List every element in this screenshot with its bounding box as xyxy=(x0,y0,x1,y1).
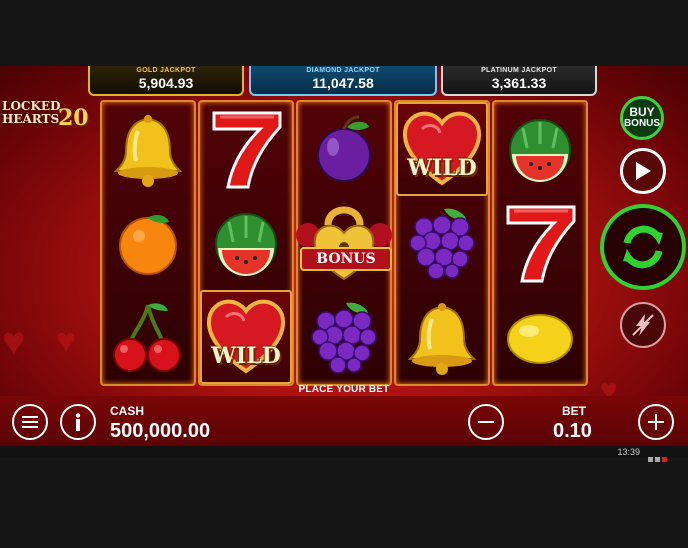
bell-symbol xyxy=(396,290,488,384)
bell-icon xyxy=(113,115,183,187)
game-area: ♥ ♥ ♥ ♥ ♥ GOLD JACKPOT 5,904.93 DIAMOND … xyxy=(0,66,688,446)
buy-bonus-button[interactable]: BUY BONUS xyxy=(620,96,664,140)
platinum-jackpot-value: 3,361.33 xyxy=(491,75,547,91)
spin-icon xyxy=(623,225,663,269)
diamond-jackpot: DIAMOND JACKPOT 11,047.58 xyxy=(249,66,437,96)
orange-symbol xyxy=(102,196,194,290)
seven-icon xyxy=(506,205,576,283)
bottom-bar: CASH 500,000.00 BET 0.10 xyxy=(0,396,688,446)
autoplay-button[interactable] xyxy=(620,148,666,194)
turbo-button[interactable] xyxy=(620,302,666,348)
cash-value: 500,000.00 xyxy=(110,420,211,442)
bet-value: 0.10 xyxy=(553,420,592,442)
lemon-symbol xyxy=(494,290,586,384)
bell-symbol xyxy=(102,102,194,196)
buy-bonus-line2: BONUS xyxy=(623,118,661,129)
gold-jackpot: GOLD JACKPOT 5,904.93 xyxy=(88,66,244,96)
seven-symbol xyxy=(200,102,292,196)
orange-icon xyxy=(119,215,177,275)
menu-button[interactable] xyxy=(12,404,48,440)
background-heart-icon: ♥ xyxy=(56,322,77,360)
increase-bet-button[interactable] xyxy=(638,404,674,440)
reels: WILD BONUS WILD xyxy=(100,100,588,386)
cherries-icon xyxy=(113,303,181,372)
lemon-icon xyxy=(507,314,573,364)
reel-3: BONUS xyxy=(296,100,392,386)
plum-symbol xyxy=(298,102,390,196)
wild-label: WILD xyxy=(211,343,281,369)
play-icon xyxy=(636,162,651,180)
cherries-symbol xyxy=(102,290,194,384)
watermelon-icon xyxy=(215,213,277,276)
decrease-bet-button[interactable] xyxy=(468,404,504,440)
platinum-jackpot-label: PLATINUM JACKPOT xyxy=(481,67,557,74)
logo-number: 20 xyxy=(58,105,89,131)
wild-label: WILD xyxy=(407,155,477,181)
watermelon-icon xyxy=(509,119,571,182)
grapes-icon xyxy=(409,208,475,280)
grapes-symbol xyxy=(298,290,390,384)
plum-icon xyxy=(317,115,371,182)
bonus-label: BONUS xyxy=(300,247,392,271)
minus-icon xyxy=(478,421,494,423)
status-bar: 13:39 xyxy=(0,446,688,462)
reel-5 xyxy=(492,100,588,386)
bonus-icon xyxy=(296,206,392,281)
cash-label: CASH xyxy=(110,404,145,418)
wild-symbol: WILD xyxy=(200,290,292,384)
logo-text: LOCKED HEARTS xyxy=(2,99,61,126)
buy-bonus-line1: BUY xyxy=(629,105,655,119)
signal-icon xyxy=(648,449,678,462)
turbo-icon xyxy=(632,314,654,336)
diamond-jackpot-label: DIAMOND JACKPOT xyxy=(306,67,380,74)
grapes-symbol xyxy=(396,196,488,290)
reel-2: WILD xyxy=(198,100,294,386)
background-heart-icon: ♥ xyxy=(2,320,26,364)
wild-symbol: WILD xyxy=(396,102,488,196)
platinum-jackpot: PLATINUM JACKPOT 3,361.33 xyxy=(441,66,597,96)
menu-icon xyxy=(22,416,38,428)
seven-symbol xyxy=(494,196,586,290)
grapes-icon xyxy=(311,302,377,374)
info-button[interactable] xyxy=(60,404,96,440)
reel-1 xyxy=(100,100,196,386)
game-logo: LOCKED HEARTS 20 xyxy=(2,99,92,132)
watermelon-symbol xyxy=(494,102,586,196)
seven-icon xyxy=(212,111,282,189)
bonus-symbol: BONUS xyxy=(292,196,396,290)
reel-4: WILD xyxy=(394,100,490,386)
bet-label: BET xyxy=(562,404,586,418)
clock: 13:39 xyxy=(617,447,640,457)
plus-icon xyxy=(648,414,664,430)
spin-button[interactable] xyxy=(600,204,686,290)
gold-jackpot-label: GOLD JACKPOT xyxy=(136,67,196,74)
diamond-jackpot-value: 11,047.58 xyxy=(312,75,374,91)
bell-icon xyxy=(407,303,477,375)
info-icon xyxy=(75,413,81,431)
gold-jackpot-value: 5,904.93 xyxy=(138,75,194,91)
watermelon-symbol xyxy=(200,196,292,290)
status-message: PLACE YOUR BET xyxy=(298,384,390,395)
